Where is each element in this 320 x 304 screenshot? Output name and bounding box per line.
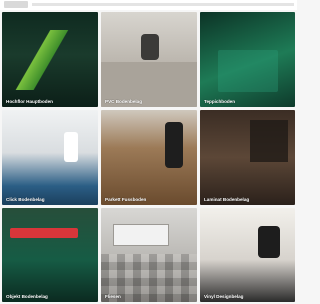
tile-label: PVC Bodenbelag: [105, 99, 143, 104]
tile-label: Laminat Bodenbelag: [204, 197, 250, 202]
person-figure: [141, 34, 159, 60]
person-figure: [165, 122, 183, 168]
category-tile-click[interactable]: Click Bodenbelag: [2, 110, 98, 205]
tile-label: Vinyl Designbelag: [204, 294, 244, 299]
category-tile-laminat[interactable]: Laminat Bodenbelag: [200, 110, 295, 205]
tile-label: Teppichboden: [204, 99, 236, 104]
tile-label: Parkett Fussboden: [105, 197, 147, 202]
category-tile-objekt[interactable]: Objekt Bodenbelag: [2, 208, 98, 302]
category-tile-teppich[interactable]: Teppichboden: [200, 12, 295, 107]
category-grid: Hochflor Hauptboden PVC Bodenbelag Teppi…: [0, 0, 297, 304]
furniture-graphic: [250, 120, 288, 162]
leaf-graphic: [14, 30, 69, 90]
tile-background: [2, 110, 98, 205]
kitchen-counter: [113, 224, 169, 246]
tile-background: [200, 208, 295, 302]
tile-label: Fliesen: [105, 294, 121, 299]
category-tile-parkett[interactable]: Parkett Fussboden: [101, 110, 197, 205]
carpet-graphic: [218, 50, 278, 92]
person-figure: [258, 226, 280, 258]
category-tile-fliesen[interactable]: Fliesen: [101, 208, 197, 302]
chair-row-graphic: [10, 228, 78, 238]
category-tile-vinyl[interactable]: Vinyl Designbelag: [200, 208, 295, 302]
category-tile-hochflor[interactable]: Hochflor Hauptboden: [2, 12, 98, 107]
tile-background: [2, 208, 98, 302]
tile-label: Click Bodenbelag: [6, 197, 45, 202]
tile-label: Objekt Bodenbelag: [6, 294, 48, 299]
person-figure: [64, 132, 78, 162]
category-tile-pvc[interactable]: PVC Bodenbelag: [101, 12, 197, 107]
tile-label: Hochflor Hauptboden: [6, 99, 53, 104]
